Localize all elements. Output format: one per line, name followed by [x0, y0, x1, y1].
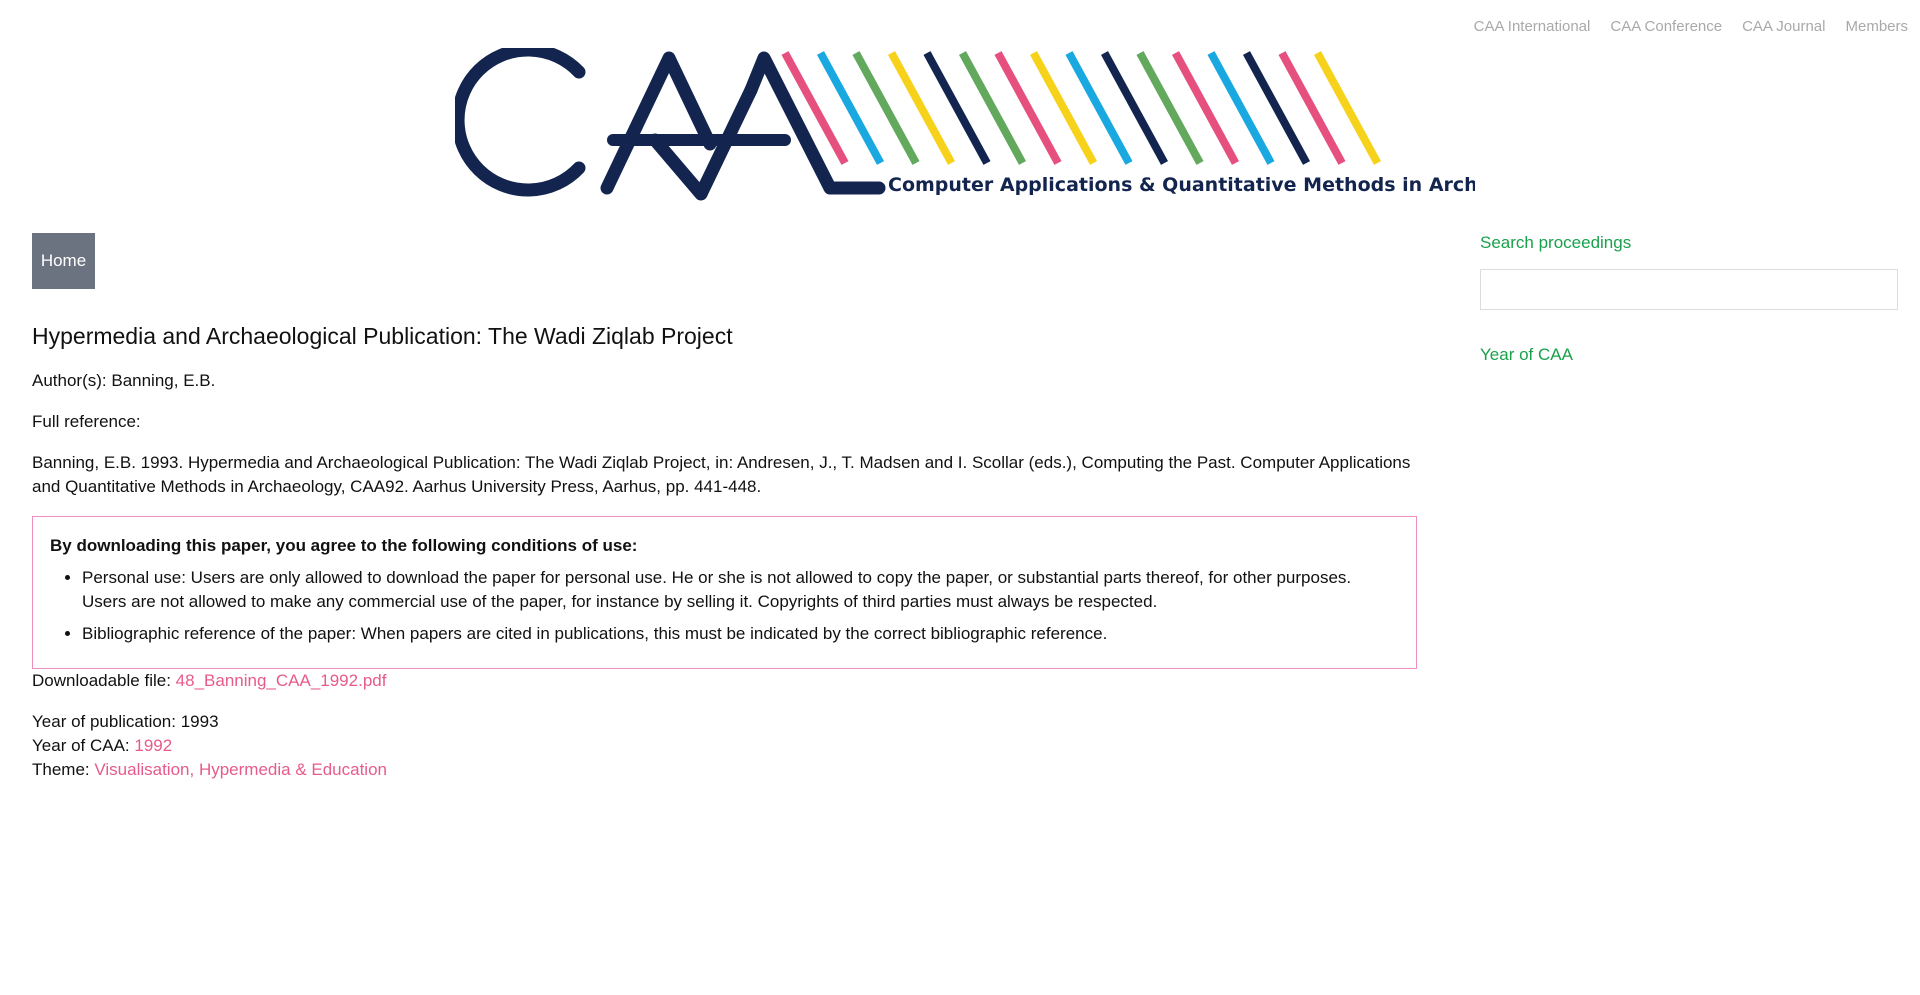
logo-stripe: [1242, 51, 1311, 165]
article-title: Hypermedia and Archaeological Publicatio…: [32, 323, 733, 349]
theme: Theme: Visualisation, Hypermedia & Educa…: [32, 760, 387, 779]
svg-text:Computer Applications & Quanti: Computer Applications & Quantitative Met…: [888, 174, 1475, 196]
sidebar: Search proceedings Year of CAA: [1480, 233, 1900, 365]
year-of-caa-link[interactable]: 1992: [134, 736, 172, 755]
logo-stripe: [1065, 51, 1133, 165]
nav-caa-journal[interactable]: CAA Journal: [1742, 18, 1825, 35]
search-proceedings-heading: Search proceedings: [1480, 233, 1632, 252]
logo-stripe: [958, 51, 1027, 165]
nav-caa-international[interactable]: CAA International: [1474, 18, 1591, 35]
logo-stripe: [1136, 51, 1204, 165]
article-reference: Banning, E.B. 1993. Hypermedia and Archa…: [32, 453, 1411, 496]
home-button[interactable]: Home: [32, 233, 95, 289]
logo-stripe: [852, 51, 920, 165]
logo-stripes: [781, 51, 1382, 165]
logo-stripe: [1278, 51, 1346, 165]
article-meta: Year of publication: 1993 Year of CAA: 1…: [32, 710, 1417, 782]
logo-letter-c: [455, 48, 586, 197]
article: Hypermedia and Archaeological Publicatio…: [32, 320, 1417, 782]
full-reference-label: Full reference:: [32, 412, 141, 431]
year-of-caa: Year of CAA: 1992: [32, 736, 173, 755]
terms-of-use-box: By downloading this paper, you agree to …: [32, 516, 1417, 669]
logo-letter-a: [600, 51, 717, 195]
theme-link[interactable]: Visualisation, Hypermedia & Education: [94, 760, 387, 779]
caa-logo[interactable]: Computer Applications & Quantitative Met…: [455, 48, 1475, 208]
article-authors: Author(s): Banning, E.B.: [32, 371, 216, 390]
logo-stripe: [994, 51, 1062, 165]
year-of-publication-value: 1993: [180, 712, 219, 731]
logo-stripe: [923, 51, 991, 165]
logo-stripe: [1029, 51, 1098, 165]
logo-stripe: [816, 51, 885, 165]
download-label: Downloadable file:: [32, 671, 176, 690]
logo-stripe: [1313, 51, 1382, 165]
terms-heading: By downloading this paper, you agree to …: [50, 536, 638, 555]
nav-members[interactable]: Members: [1845, 18, 1908, 35]
nav-caa-conference[interactable]: CAA Conference: [1610, 18, 1722, 35]
terms-item-bibliographic: Bibliographic reference of the paper: Wh…: [82, 622, 1396, 646]
logo-stripe: [1207, 51, 1275, 165]
top-nav: CAA International CAA Conference CAA Jou…: [1474, 18, 1908, 35]
logo-stripe: [887, 51, 956, 165]
logo-stripe: [1100, 51, 1169, 165]
terms-list: Personal use: Users are only allowed to …: [50, 566, 1396, 646]
download-line: Downloadable file: 48_Banning_CAA_1992.p…: [32, 669, 1417, 693]
year-of-caa-heading[interactable]: Year of CAA: [1480, 345, 1900, 365]
search-input[interactable]: [1480, 269, 1898, 310]
logo-stripe: [1171, 51, 1240, 165]
year-of-publication: Year of publication: 1993: [32, 712, 219, 731]
download-file-link[interactable]: 48_Banning_CAA_1992.pdf: [176, 671, 387, 690]
terms-item-personal-use: Personal use: Users are only allowed to …: [82, 566, 1396, 614]
